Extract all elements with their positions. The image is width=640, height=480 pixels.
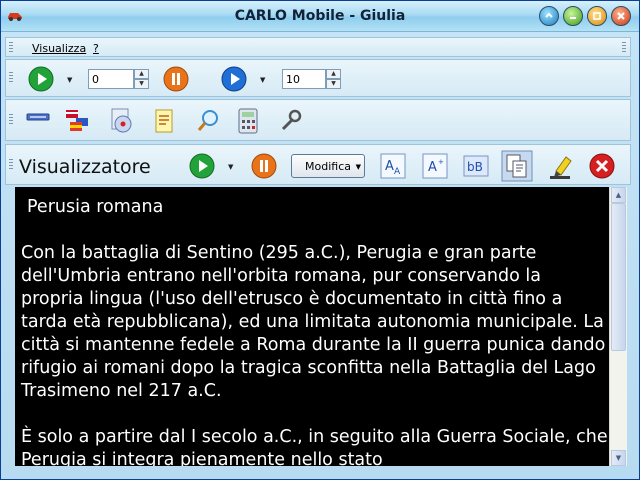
scroll-down-arrow-icon[interactable]: ▼ (611, 450, 626, 466)
play-icon[interactable] (28, 66, 54, 92)
chevron-down-icon: ▼ (355, 163, 361, 171)
scroll-up-arrow-icon[interactable]: ▲ (611, 187, 626, 203)
svg-text:A: A (428, 160, 437, 175)
maximize-icon (593, 12, 601, 20)
calculator-icon[interactable] (236, 107, 262, 135)
spin-up-icon[interactable]: ▲ (134, 69, 149, 79)
vertical-scrollbar[interactable]: ▲ ▼ (609, 187, 627, 466)
blue-play-icon[interactable] (221, 66, 247, 92)
close-window-button[interactable] (611, 6, 631, 26)
mode-dropdown[interactable]: Modifica ▼ (291, 154, 365, 178)
toolbar-grip[interactable] (9, 72, 13, 82)
close-red-icon[interactable] (588, 152, 616, 180)
font-size-a-icon[interactable]: A A (379, 152, 407, 180)
scroll-thumb[interactable] (611, 203, 626, 351)
highlighter-icon[interactable] (546, 151, 576, 181)
notepad-icon[interactable] (152, 107, 176, 135)
app-window: CARLO Mobile - Giulia Visualizza ? ▼ 0 ▲… (0, 0, 640, 480)
position-spinner[interactable]: ▲ ▼ (134, 69, 149, 89)
flags-icon[interactable] (64, 108, 90, 134)
text-viewer[interactable]: Perusia romana Con la battaglia di Senti… (15, 187, 609, 466)
spin-down-icon[interactable]: ▼ (326, 79, 341, 89)
case-bb-icon[interactable]: bB (462, 152, 490, 180)
text-heading: Perusia romana (27, 197, 164, 217)
menu-visualizza[interactable]: Visualizza (32, 42, 86, 55)
magnifier-icon[interactable] (196, 108, 222, 134)
spin-down-icon[interactable]: ▼ (134, 79, 149, 89)
viewer-title: Visualizzatore (19, 156, 151, 178)
title-bar[interactable]: CARLO Mobile - Giulia (1, 1, 639, 32)
play-dropdown-arrow[interactable]: ▼ (67, 76, 72, 84)
text-paragraph: Con la battaglia di Sentino (295 a.C.), … (21, 243, 606, 401)
tools-toolbar (5, 99, 631, 141)
keyboard-icon[interactable] (26, 110, 50, 132)
speed-spinner[interactable]: ▲ ▼ (326, 69, 341, 89)
position-input[interactable]: 0 (88, 69, 134, 89)
svg-text:+: + (438, 158, 444, 166)
wrench-icon[interactable] (278, 108, 304, 134)
svg-text:bB: bB (467, 160, 483, 174)
viewer-pause-icon[interactable] (251, 153, 277, 179)
reader-toolbar: ▼ 0 ▲ ▼ ▼ 10 ▲ ▼ (5, 59, 631, 97)
menu-help[interactable]: ? (93, 42, 99, 55)
svg-text:A: A (385, 159, 394, 174)
minimize-button[interactable] (563, 6, 583, 26)
text-paragraph: È solo a partire dal I secolo a.C., in s… (21, 427, 608, 466)
font-style-a-icon[interactable]: A + (421, 152, 449, 180)
help-window-button[interactable] (539, 6, 559, 26)
maximize-button[interactable] (587, 6, 607, 26)
menu-grip[interactable] (9, 42, 13, 52)
viewer-play-dropdown-arrow[interactable]: ▼ (228, 163, 233, 171)
viewer-play-icon[interactable] (189, 153, 215, 179)
copy-page-icon[interactable] (501, 150, 533, 182)
chevron-icon (545, 12, 553, 18)
blue-play-dropdown-arrow[interactable]: ▼ (260, 76, 265, 84)
close-icon (617, 12, 625, 20)
minimize-icon (570, 17, 576, 19)
menu-bar: Visualizza ? (5, 37, 631, 57)
speed-input[interactable]: 10 (282, 69, 326, 89)
mode-dropdown-label: Modifica (305, 160, 351, 173)
media-cd-icon[interactable] (109, 107, 135, 135)
svg-text:A: A (394, 167, 401, 177)
menu-grip-right[interactable] (622, 42, 626, 52)
toolbar-grip[interactable] (9, 159, 13, 169)
spin-up-icon[interactable]: ▲ (326, 69, 341, 79)
pause-icon[interactable] (163, 66, 189, 92)
toolbar-grip[interactable] (9, 114, 13, 124)
